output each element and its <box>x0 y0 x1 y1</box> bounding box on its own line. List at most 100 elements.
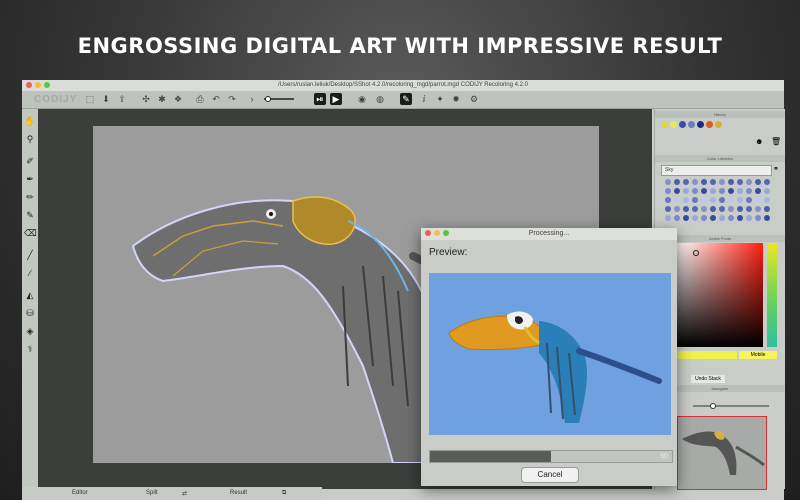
library-swatch[interactable] <box>755 179 761 185</box>
library-swatch[interactable] <box>764 188 770 194</box>
library-swatch[interactable] <box>701 206 707 212</box>
bucket-icon[interactable]: ⛁ <box>24 307 36 319</box>
library-swatch[interactable] <box>737 215 743 221</box>
library-swatch[interactable] <box>710 197 716 203</box>
history-swatch[interactable] <box>697 121 704 128</box>
zoom-slider[interactable] <box>262 93 296 105</box>
undo-icon[interactable]: ↶ <box>210 93 222 105</box>
mask-icon[interactable]: ☻ <box>755 137 763 146</box>
dialog-close-button[interactable] <box>425 230 431 236</box>
library-swatch[interactable] <box>674 206 680 212</box>
library-swatch[interactable] <box>755 197 761 203</box>
history-swatch[interactable] <box>706 121 713 128</box>
picker-handle-icon[interactable] <box>693 250 699 256</box>
star-icon[interactable]: ✸ <box>450 93 462 105</box>
library-swatch[interactable] <box>701 197 707 203</box>
library-swatch[interactable] <box>665 179 671 185</box>
library-swatch[interactable] <box>746 197 752 203</box>
eraser-icon[interactable]: ⌫ <box>24 227 37 239</box>
library-swatch[interactable] <box>692 197 698 203</box>
library-swatch[interactable] <box>692 188 698 194</box>
library-swatch[interactable] <box>683 188 689 194</box>
swap-icon[interactable]: ⇄ <box>182 490 187 497</box>
dialog-zoom-button[interactable] <box>443 230 449 236</box>
compare-icon[interactable]: ◍ <box>374 93 386 105</box>
palette-icon[interactable]: ✣ <box>140 93 152 105</box>
play-icon[interactable]: ▶ <box>330 93 342 105</box>
library-swatch[interactable] <box>755 215 761 221</box>
library-swatch[interactable] <box>719 206 725 212</box>
zoom-out-icon[interactable]: › <box>246 93 258 105</box>
library-swatch[interactable] <box>692 206 698 212</box>
library-swatch[interactable] <box>674 179 680 185</box>
library-swatch[interactable] <box>683 206 689 212</box>
library-swatch[interactable] <box>719 215 725 221</box>
stroke-icon[interactable]: ∕ <box>24 267 36 279</box>
library-swatch[interactable] <box>683 215 689 221</box>
library-swatch[interactable] <box>737 179 743 185</box>
library-swatch[interactable] <box>755 206 761 212</box>
color-field[interactable] <box>677 243 763 347</box>
library-swatch[interactable] <box>710 206 716 212</box>
history-swatch[interactable] <box>670 121 677 128</box>
trash-icon[interactable]: 🗑 <box>771 137 781 146</box>
library-swatch[interactable] <box>746 179 752 185</box>
library-swatch[interactable] <box>665 188 671 194</box>
library-swatch[interactable] <box>719 197 725 203</box>
library-swatch[interactable] <box>737 188 743 194</box>
navigator-zoom-slider[interactable] <box>691 396 771 409</box>
library-swatch[interactable] <box>737 197 743 203</box>
history-swatch[interactable] <box>715 121 722 128</box>
library-swatch[interactable] <box>701 215 707 221</box>
library-swatch[interactable] <box>746 215 752 221</box>
layers-icon[interactable]: ❖ <box>172 93 184 105</box>
magic-icon[interactable]: ✦ <box>434 93 446 105</box>
undo-stack-tab[interactable]: Undo Stack <box>691 375 725 383</box>
library-swatch[interactable] <box>719 179 725 185</box>
library-swatch[interactable] <box>665 215 671 221</box>
library-swatch[interactable] <box>719 188 725 194</box>
library-swatch[interactable] <box>710 179 716 185</box>
library-swatch[interactable] <box>737 206 743 212</box>
cancel-button[interactable]: Cancel <box>521 467 579 483</box>
eyedropper-icon[interactable]: ✒ <box>24 173 36 185</box>
dialog-minimize-button[interactable] <box>434 230 440 236</box>
library-swatch[interactable] <box>728 206 734 212</box>
library-swatch[interactable] <box>674 197 680 203</box>
eye-icon[interactable]: ◉ <box>356 93 368 105</box>
library-swatch[interactable] <box>728 188 734 194</box>
zoom-icon[interactable]: ⚲ <box>24 133 36 145</box>
minimize-window-button[interactable] <box>35 82 41 88</box>
zoom-window-button[interactable] <box>44 82 50 88</box>
tab-result[interactable]: Result <box>230 490 247 496</box>
library-swatch[interactable] <box>746 206 752 212</box>
library-swatch[interactable] <box>746 188 752 194</box>
import-icon[interactable]: ⇪ <box>116 93 128 105</box>
library-swatch[interactable] <box>728 215 734 221</box>
library-swatch[interactable] <box>674 215 680 221</box>
library-swatch[interactable] <box>674 188 680 194</box>
library-swatch[interactable] <box>692 179 698 185</box>
navigator-preview[interactable] <box>677 416 767 490</box>
pencil-icon[interactable]: ✏ <box>24 191 36 203</box>
library-swatch[interactable] <box>755 188 761 194</box>
library-select[interactable]: Sky <box>661 165 772 176</box>
history-swatch[interactable] <box>688 121 695 128</box>
library-swatch[interactable] <box>683 179 689 185</box>
marker-icon[interactable]: ✎ <box>24 209 36 221</box>
info-icon[interactable]: ⅈ <box>418 93 430 105</box>
library-swatch[interactable] <box>728 179 734 185</box>
link-icon[interactable]: ⚭ <box>773 165 779 173</box>
tab-split[interactable]: Split <box>146 490 158 496</box>
history-swatch[interactable] <box>661 121 668 128</box>
brush-icon[interactable]: ✐ <box>24 155 36 167</box>
close-window-button[interactable] <box>26 82 32 88</box>
library-swatch[interactable] <box>710 188 716 194</box>
pen-icon[interactable]: ✎ <box>400 93 412 105</box>
library-swatch[interactable] <box>665 197 671 203</box>
tab-editor[interactable]: Editor <box>72 490 88 496</box>
history-swatch[interactable] <box>679 121 686 128</box>
redo-icon[interactable]: ↷ <box>226 93 238 105</box>
line-icon[interactable]: ╱ <box>24 249 36 261</box>
step-play-icon[interactable]: ⏯ <box>314 93 326 105</box>
